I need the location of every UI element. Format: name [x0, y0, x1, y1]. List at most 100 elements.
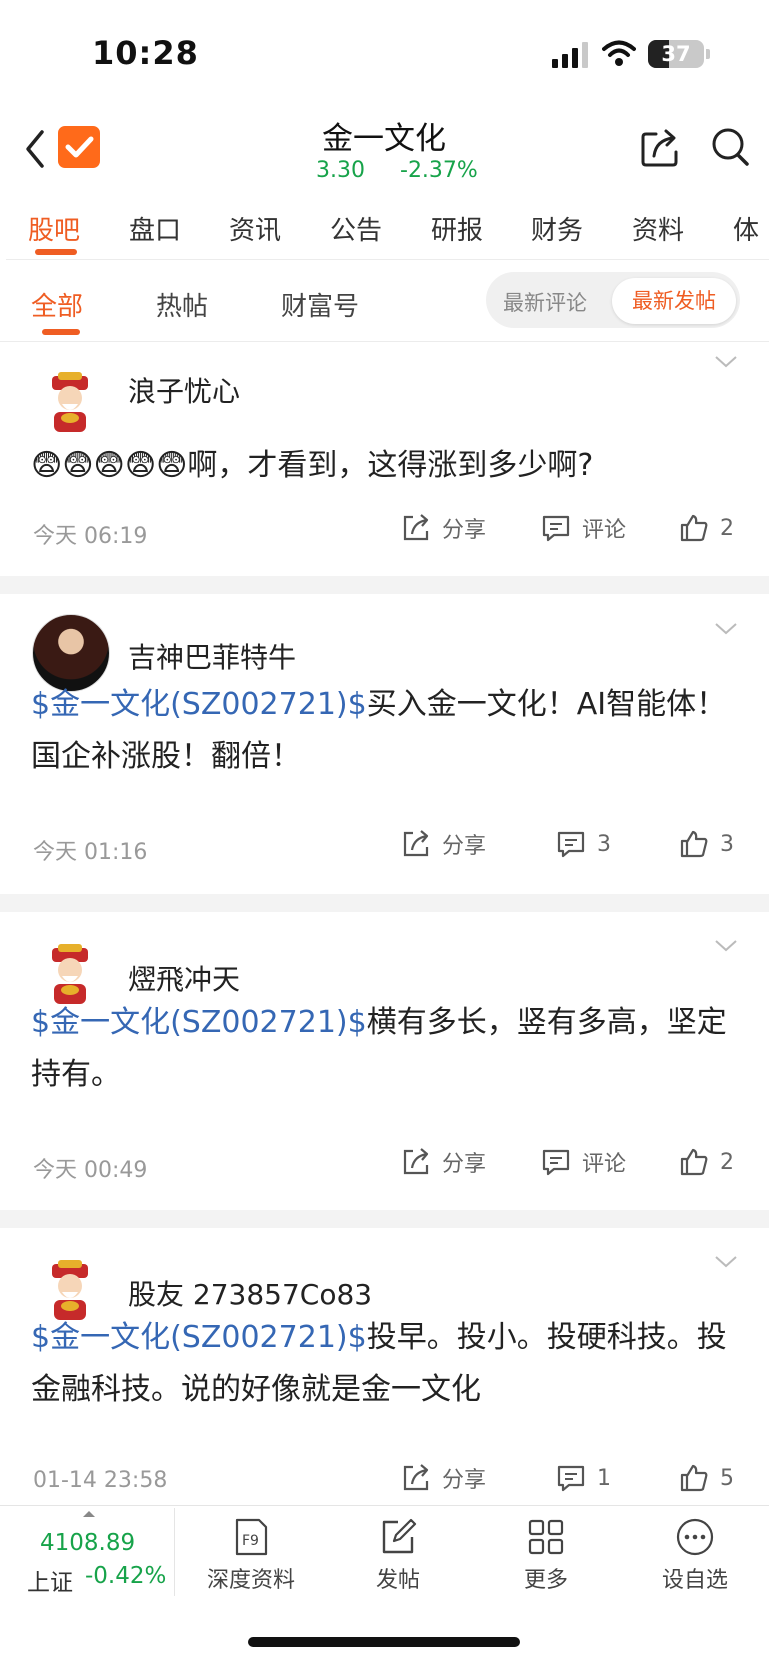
chevron-down-icon[interactable] [714, 939, 738, 953]
tab-announcement[interactable]: 公告 [330, 210, 382, 247]
stock-price: 3.30 [316, 158, 365, 183]
tab-research[interactable]: 研报 [431, 210, 483, 247]
app-logo-checkbox-icon[interactable] [58, 126, 100, 168]
post-separator [0, 576, 769, 594]
share-label: 分享 [442, 834, 487, 859]
post-content[interactable]: $金一文化(SZ002721)$买入金一文化！AI智能体！国企补涨股！翻倍！ [31, 679, 741, 783]
tab-profile[interactable]: 资料 [632, 210, 684, 247]
stock-change-pct: -2.37% [400, 158, 478, 183]
tab-pankou[interactable]: 盘口 [129, 210, 181, 247]
post-time: 01-14 23:58 [33, 1468, 168, 1493]
comment-action[interactable]: 3 [555, 828, 611, 860]
more-label[interactable]: 更多 [486, 1562, 606, 1594]
post-separator [0, 1210, 769, 1228]
index-change-pct[interactable]: -0.42% [85, 1563, 166, 1589]
post-time: 今天 01:16 [33, 840, 148, 865]
like-action[interactable]: 5 [678, 1462, 734, 1494]
f9-document-icon[interactable]: F9 [231, 1517, 271, 1557]
battery-level: 37 [661, 42, 691, 66]
expand-up-icon[interactable] [83, 1511, 95, 1517]
stock-tag-link[interactable]: $金一文化(SZ002721)$ [31, 1005, 367, 1040]
chevron-down-icon[interactable] [714, 355, 738, 369]
stock-tag-link[interactable]: $金一文化(SZ002721)$ [31, 1320, 367, 1355]
cellular-signal-icon [552, 42, 588, 68]
like-count: 2 [720, 515, 734, 541]
like-action[interactable]: 2 [678, 1146, 734, 1178]
post-time: 今天 00:49 [33, 1158, 148, 1183]
compose-post-icon[interactable] [378, 1517, 418, 1557]
share-icon [403, 514, 429, 541]
post-content[interactable]: 😨😨😨😨😨啊，才看到，这得涨到多少啊? [31, 440, 741, 492]
share-label: 分享 [442, 518, 487, 543]
index-value[interactable]: 4108.89 [40, 1530, 135, 1556]
status-time: 10:28 [92, 34, 199, 72]
comment-count: 1 [597, 1465, 611, 1491]
search-icon[interactable] [710, 126, 750, 168]
tab-news[interactable]: 资讯 [229, 210, 281, 247]
grid-more-icon[interactable] [526, 1517, 566, 1557]
comment-count: 3 [597, 831, 611, 857]
post-text: 啊，才看到，这得涨到多少啊? [187, 448, 594, 483]
post-card[interactable]: 股友 273857Co83 $金一文化(SZ002721)$投早。投小。投硬科技… [0, 1228, 769, 1505]
thumbs-up-icon [680, 1464, 708, 1492]
thumbs-up-icon [680, 1148, 708, 1176]
sort-latest-comment[interactable]: 最新评论 [503, 287, 587, 317]
post-card[interactable]: 浪子忧心 😨😨😨😨😨啊，才看到，这得涨到多少啊? 今天 06:19 分享 评论 … [0, 342, 769, 576]
like-action[interactable]: 2 [678, 512, 734, 544]
home-indicator[interactable] [248, 1637, 520, 1647]
like-count: 2 [720, 1149, 734, 1175]
tab-active-indicator [35, 249, 77, 255]
comment-action[interactable]: 1 [555, 1462, 611, 1494]
chevron-down-icon[interactable] [714, 622, 738, 636]
tab-more-partial[interactable]: 体 [733, 210, 759, 247]
tab-finance[interactable]: 财务 [531, 210, 583, 247]
subtab-active-indicator [42, 329, 80, 335]
post-username[interactable]: 浪子忧心 [128, 370, 240, 410]
back-arrow-icon[interactable] [22, 128, 48, 170]
post-content[interactable]: $金一文化(SZ002721)$横有多长，竖有多高，坚定持有。 [31, 997, 741, 1101]
battery-tip [706, 49, 710, 59]
post-card[interactable]: 吉神巴菲特牛 $金一文化(SZ002721)$买入金一文化！AI智能体！国企补涨… [0, 594, 769, 894]
post-content[interactable]: $金一文化(SZ002721)$投早。投小。投硬科技。投金融科技。说的好像就是金… [31, 1312, 741, 1416]
like-count: 3 [720, 831, 734, 857]
subtab-all[interactable]: 全部 [31, 286, 83, 323]
post-card[interactable]: 熤飛冲天 $金一文化(SZ002721)$横有多长，竖有多高，坚定持有。 今天 … [0, 912, 769, 1210]
post-button-label[interactable]: 发帖 [338, 1562, 458, 1594]
post-username[interactable]: 股友 273857Co83 [128, 1273, 372, 1313]
comment-icon [542, 515, 570, 542]
comment-action[interactable]: 评论 [540, 1146, 626, 1178]
subtab-hot[interactable]: 热帖 [156, 286, 208, 323]
thumbs-up-icon [680, 830, 708, 858]
add-watchlist-label[interactable]: 设自选 [635, 1562, 755, 1594]
share-action[interactable]: 分享 [400, 512, 486, 544]
comment-icon [542, 1149, 570, 1176]
comment-label: 评论 [582, 1152, 627, 1177]
comment-action[interactable]: 评论 [540, 512, 626, 544]
share-icon [403, 1148, 429, 1175]
battery-icon: 37 [648, 40, 704, 68]
share-action[interactable]: 分享 [400, 1146, 486, 1178]
share-label: 分享 [442, 1468, 487, 1493]
sort-latest-post[interactable]: 最新发帖 [612, 278, 736, 324]
chevron-down-icon[interactable] [714, 1255, 738, 1269]
share-action[interactable]: 分享 [400, 1462, 486, 1494]
tab-guba[interactable]: 股吧 [28, 210, 80, 247]
post-time: 今天 06:19 [33, 524, 148, 549]
post-username[interactable]: 熤飛冲天 [128, 958, 240, 998]
share-icon[interactable] [640, 126, 680, 168]
share-icon [403, 1464, 429, 1491]
stock-title: 金一文化 [322, 121, 446, 157]
index-name[interactable]: 上证 [27, 1563, 73, 1597]
share-label: 分享 [442, 1152, 487, 1177]
stock-tag-link[interactable]: $金一文化(SZ002721)$ [31, 687, 367, 722]
thumbs-up-icon [680, 514, 708, 542]
deep-data-label[interactable]: 深度资料 [191, 1562, 311, 1594]
post-username[interactable]: 吉神巴菲特牛 [128, 636, 296, 676]
avatar-icon[interactable] [32, 362, 108, 438]
like-action[interactable]: 3 [678, 828, 734, 860]
subtab-wealth[interactable]: 财富号 [281, 286, 359, 323]
sort-latest-post-label: 最新发帖 [632, 289, 716, 313]
more-dots-circle-icon[interactable] [675, 1517, 715, 1557]
share-action[interactable]: 分享 [400, 828, 486, 860]
like-count: 5 [720, 1465, 734, 1491]
